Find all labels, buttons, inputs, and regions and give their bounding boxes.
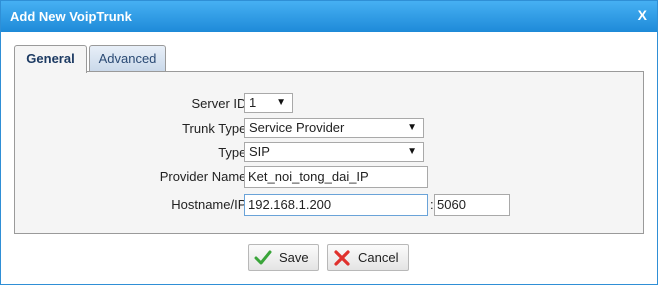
chevron-down-icon: ▼ — [276, 97, 286, 108]
dialog-title: Add New VoipTrunk — [10, 9, 132, 24]
server-id-value: 1 — [249, 95, 257, 110]
type-row: Type: SIP ▼ — [15, 142, 643, 164]
save-button-label: Save — [279, 250, 309, 265]
server-id-row: Server ID: 1 ▼ — [15, 93, 643, 115]
type-value: SIP — [249, 144, 270, 159]
provider-name-row: Provider Name: Ket_noi_tong_dai_IP — [15, 166, 643, 188]
close-icon[interactable]: X — [638, 7, 647, 23]
type-select[interactable]: SIP ▼ — [244, 142, 424, 162]
cancel-button-label: Cancel — [358, 250, 399, 265]
trunk-type-select[interactable]: Service Provider ▼ — [244, 118, 424, 138]
hostname-label: Hostname/IP: — [171, 197, 250, 212]
server-id-label: Server ID: — [191, 96, 250, 111]
x-icon — [334, 250, 350, 266]
general-panel: Server ID: 1 ▼ Trunk Type: Service Provi… — [14, 71, 644, 234]
checkmark-icon — [254, 250, 272, 265]
hostname-row: Hostname/IP: 192.168.1.200 : 5060 — [15, 194, 643, 216]
port-input[interactable]: 5060 — [434, 194, 510, 216]
dialog-titlebar[interactable]: Add New VoipTrunk X — [1, 1, 657, 32]
provider-name-input[interactable]: Ket_noi_tong_dai_IP — [244, 166, 428, 188]
chevron-down-icon: ▼ — [407, 146, 417, 157]
server-id-select[interactable]: 1 ▼ — [244, 93, 293, 113]
trunk-type-value: Service Provider — [249, 120, 345, 135]
add-voip-trunk-dialog: Add New VoipTrunk X General Advanced Ser… — [0, 0, 658, 285]
hostname-input[interactable]: 192.168.1.200 — [244, 194, 428, 216]
save-button[interactable]: Save — [248, 244, 319, 271]
tab-general[interactable]: General — [14, 45, 87, 73]
trunk-type-label: Trunk Type: — [182, 121, 250, 136]
cancel-button[interactable]: Cancel — [327, 244, 409, 271]
trunk-type-row: Trunk Type: Service Provider ▼ — [15, 118, 643, 140]
chevron-down-icon: ▼ — [407, 122, 417, 133]
provider-name-label: Provider Name: — [159, 169, 250, 184]
tab-advanced[interactable]: Advanced — [89, 45, 166, 71]
